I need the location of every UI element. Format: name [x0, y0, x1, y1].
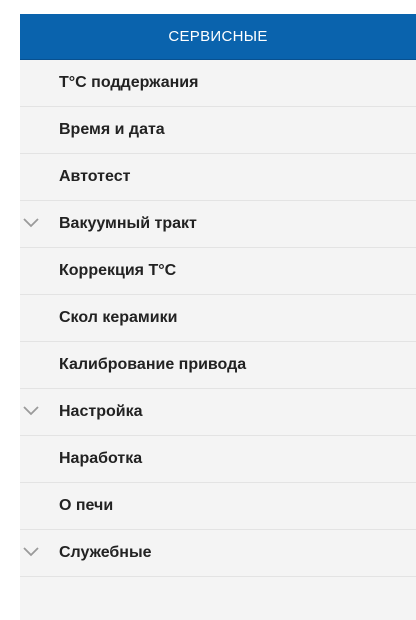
menu-item-label: Вакуумный тракт: [59, 215, 197, 232]
menu-item-about-furnace[interactable]: О печи: [20, 483, 416, 530]
menu-item-label: Коррекция Т°С: [59, 262, 177, 279]
menu-header-title: СЕРВИСНЫЕ: [168, 28, 268, 45]
menu-item-autotest[interactable]: Автотест: [20, 154, 416, 201]
menu-item-temperature-correction[interactable]: Коррекция Т°С: [20, 248, 416, 295]
menu-item-service[interactable]: Служебные: [20, 530, 416, 577]
menu-item-drive-calibration[interactable]: Калибрование привода: [20, 342, 416, 389]
menu-item-label: О печи: [59, 497, 114, 514]
menu-header: СЕРВИСНЫЕ: [20, 14, 416, 60]
menu-item-settings[interactable]: Настройка: [20, 389, 416, 436]
chevron-down-icon: [22, 545, 40, 557]
menu-item-time-and-date[interactable]: Время и дата: [20, 107, 416, 154]
menu-item-operating-hours[interactable]: Наработка: [20, 436, 416, 483]
menu-item-holding-temperature[interactable]: Т°С поддержания: [20, 60, 416, 107]
menu-item-vacuum-line[interactable]: Вакуумный тракт: [20, 201, 416, 248]
chevron-down-icon: [22, 404, 40, 416]
menu-item-label: Время и дата: [59, 121, 165, 138]
service-menu-list: Т°С поддержания Время и дата Автотест Ва…: [20, 60, 416, 577]
menu-item-ceramic-chip[interactable]: Скол керамики: [20, 295, 416, 342]
menu-item-label: Настройка: [59, 403, 143, 420]
menu-item-label: Т°С поддержания: [59, 74, 199, 91]
menu-item-label: Служебные: [59, 544, 152, 561]
menu-item-label: Автотест: [59, 168, 131, 185]
menu-item-label: Калибрование привода: [59, 356, 247, 373]
menu-item-label: Скол керамики: [59, 309, 178, 326]
chevron-down-icon: [22, 216, 40, 228]
service-menu-panel: СЕРВИСНЫЕ Т°С поддержания Время и дата А…: [20, 14, 416, 620]
menu-item-label: Наработка: [59, 450, 143, 467]
